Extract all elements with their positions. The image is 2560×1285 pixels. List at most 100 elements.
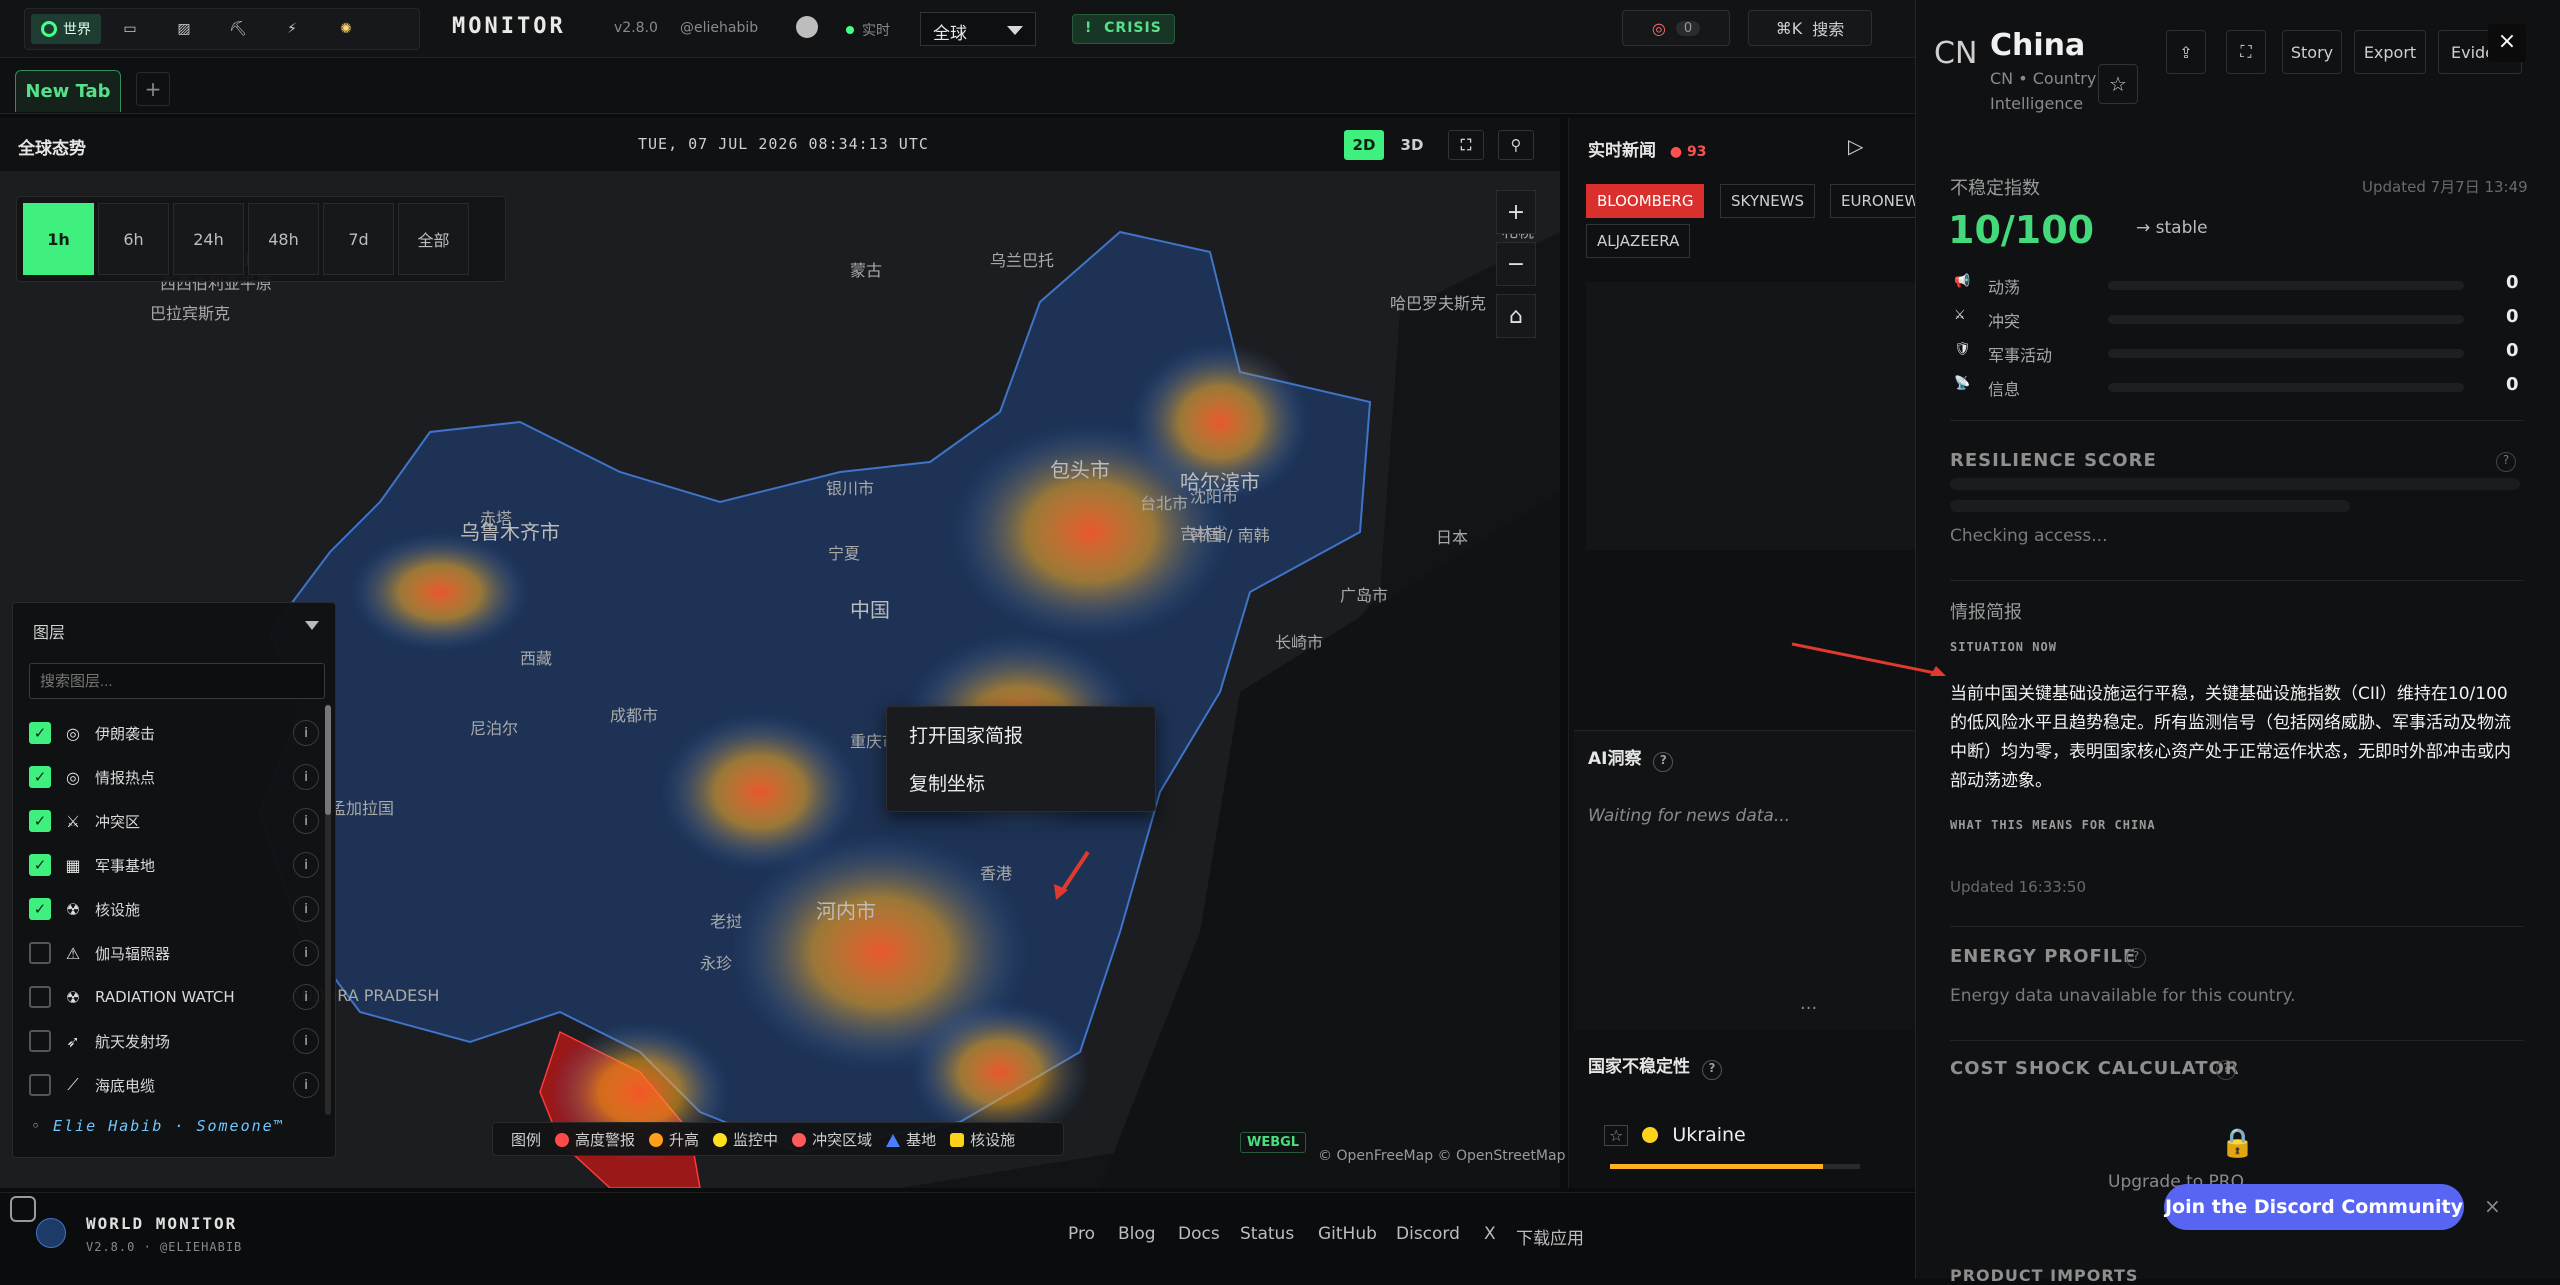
layer-row[interactable]: ⚠ 伽马辐照器 i [29, 933, 319, 973]
news-source-chip[interactable]: BLOOMBERG [1586, 184, 1705, 218]
view-3d-button[interactable]: 3D [1392, 130, 1432, 160]
star-icon[interactable]: ☆ [2098, 64, 2138, 104]
chat-icon[interactable] [10, 1196, 36, 1222]
add-tab-button[interactable]: + [136, 72, 170, 106]
export-button[interactable]: Export [2354, 30, 2426, 74]
news-source-chip[interactable]: EURONEWS [1830, 184, 1918, 218]
search-button[interactable]: ⌘K 搜索 [1748, 10, 1872, 46]
layer-row[interactable]: ✓ ◎ 情报热点 i [29, 757, 319, 797]
time-range-button[interactable]: 6h [98, 203, 169, 275]
layer-checkbox[interactable]: ✓ [29, 766, 51, 788]
close-icon[interactable]: × [2484, 1194, 2501, 1218]
github-icon[interactable] [796, 16, 818, 38]
alerts-button[interactable]: ◎ 0 [1622, 10, 1730, 46]
layer-row[interactable]: ✓ ◎ 伊朗袭击 i [29, 713, 319, 753]
play-icon[interactable]: ▷ [1848, 134, 1863, 158]
chevron-down-icon[interactable] [305, 621, 319, 630]
footer-link[interactable]: Docs [1178, 1224, 1220, 1244]
info-icon[interactable]: i [293, 852, 319, 878]
layer-label: 冲突区 [95, 812, 141, 831]
zoom-out-button[interactable]: − [1496, 242, 1536, 286]
layer-checkbox[interactable] [29, 1074, 51, 1096]
footer-link[interactable]: Status [1240, 1224, 1294, 1244]
open-country-brief-item[interactable]: 打开国家简报 [909, 721, 1023, 748]
layer-checkbox[interactable]: ✓ [29, 722, 51, 744]
info-icon[interactable]: i [293, 1072, 319, 1098]
news-source-chip[interactable]: ALJAZEERA [1586, 224, 1691, 258]
globe-icon [36, 1218, 66, 1248]
info-icon[interactable]: i [293, 940, 319, 966]
layer-row[interactable]: ⟋ 海底电缆 i [29, 1065, 319, 1105]
footer-link[interactable]: X [1484, 1224, 1496, 1244]
region-select[interactable]: 全球 [920, 12, 1036, 46]
pin-icon[interactable]: ⚲ [1498, 130, 1534, 160]
footer-link[interactable]: Discord [1396, 1224, 1460, 1244]
help-icon[interactable]: ? [2126, 948, 2146, 968]
mode-world-button[interactable]: 世界 [31, 14, 101, 44]
layer-checkbox[interactable]: ✓ [29, 898, 51, 920]
map-place-label: 沈阳市 [1190, 487, 1239, 506]
mode-commodity-button[interactable]: ⛏ [213, 14, 263, 44]
close-icon[interactable]: × [2488, 24, 2526, 62]
time-range-button[interactable]: 1h [23, 203, 94, 275]
info-icon[interactable]: i [293, 764, 319, 790]
time-range-button[interactable]: 48h [248, 203, 319, 275]
mode-happy-button[interactable]: ✺ [321, 14, 371, 44]
footer-link[interactable]: 下载应用 [1516, 1224, 1584, 1249]
view-2d-button[interactable]: 2D [1344, 130, 1384, 160]
layer-checkbox[interactable] [29, 942, 51, 964]
tab-new-tab[interactable]: New Tab [15, 70, 121, 112]
map-attribution[interactable]: © OpenFreeMap © OpenStreetMap [1318, 1148, 1565, 1164]
layer-row[interactable]: ➶ 航天发射场 i [29, 1021, 319, 1061]
author-link[interactable]: @eliehabib [680, 20, 758, 36]
mode-energy-button[interactable]: ⚡ [267, 14, 317, 44]
time-range-button[interactable]: 7d [323, 203, 394, 275]
footer-link[interactable]: Blog [1118, 1224, 1156, 1244]
layer-row[interactable]: ✓ ▦ 军事基地 i [29, 845, 319, 885]
mode-tech-button[interactable]: ▭ [105, 14, 155, 44]
help-icon[interactable]: ? [2216, 1060, 2236, 1080]
layers-search-input[interactable] [29, 663, 325, 699]
copy-coordinates-item[interactable]: 复制坐标 [909, 769, 985, 796]
instability-row[interactable]: ☆ Ukraine [1604, 1124, 1746, 1146]
help-icon[interactable]: ? [2496, 452, 2516, 472]
more-icon[interactable]: ··· [1800, 998, 1817, 1019]
zoom-in-button[interactable]: + [1496, 190, 1536, 234]
crisis-badge[interactable]: ! CRISIS [1072, 14, 1175, 44]
layer-checkbox[interactable] [29, 1030, 51, 1052]
resilience-status: Checking access... [1950, 526, 2108, 546]
megaphone-icon: 📢 [1954, 274, 1971, 289]
share-icon[interactable]: ⇪ [2166, 30, 2206, 74]
info-icon[interactable]: i [293, 1028, 319, 1054]
discord-button[interactable]: Join the Discord Community [2164, 1184, 2464, 1230]
info-icon[interactable]: i [293, 808, 319, 834]
footer-link[interactable]: Pro [1068, 1224, 1095, 1244]
fullscreen-icon[interactable]: ⛶ [1448, 130, 1484, 160]
layers-scrollbar[interactable] [325, 705, 331, 1115]
layer-row[interactable]: ☢ RADIATION WATCH i [29, 977, 319, 1017]
alerts-count: 0 [1675, 20, 1701, 36]
news-source-chip[interactable]: SKYNEWS [1720, 184, 1816, 218]
info-icon[interactable]: i [293, 896, 319, 922]
info-icon[interactable]: i [293, 984, 319, 1010]
expand-icon[interactable]: ⛶ [2226, 30, 2266, 74]
help-icon[interactable]: ? [1701, 1060, 1722, 1080]
star-icon[interactable]: ☆ [1604, 1124, 1629, 1146]
layer-checkbox[interactable]: ✓ [29, 810, 51, 832]
home-icon[interactable]: ⌂ [1496, 294, 1536, 338]
mode-finance-button[interactable]: ▨ [159, 14, 209, 44]
story-button[interactable]: Story [2282, 30, 2342, 74]
help-icon[interactable]: ? [1653, 752, 1674, 772]
layer-checkbox[interactable]: ✓ [29, 854, 51, 876]
layer-label: 伽马辐照器 [95, 944, 171, 963]
time-range-button[interactable]: 全部 [398, 203, 469, 275]
webgl-badge: WEBGL [1240, 1132, 1307, 1153]
time-range-button[interactable]: 24h [173, 203, 244, 275]
footer-link[interactable]: GitHub [1318, 1224, 1377, 1244]
news-video-player[interactable] [1586, 282, 1918, 550]
layer-row[interactable]: ✓ ⚔ 冲突区 i [29, 801, 319, 841]
target-icon: ◎ [66, 767, 80, 787]
layer-row[interactable]: ✓ ☢ 核设施 i [29, 889, 319, 929]
layer-checkbox[interactable] [29, 986, 51, 1008]
info-icon[interactable]: i [293, 720, 319, 746]
